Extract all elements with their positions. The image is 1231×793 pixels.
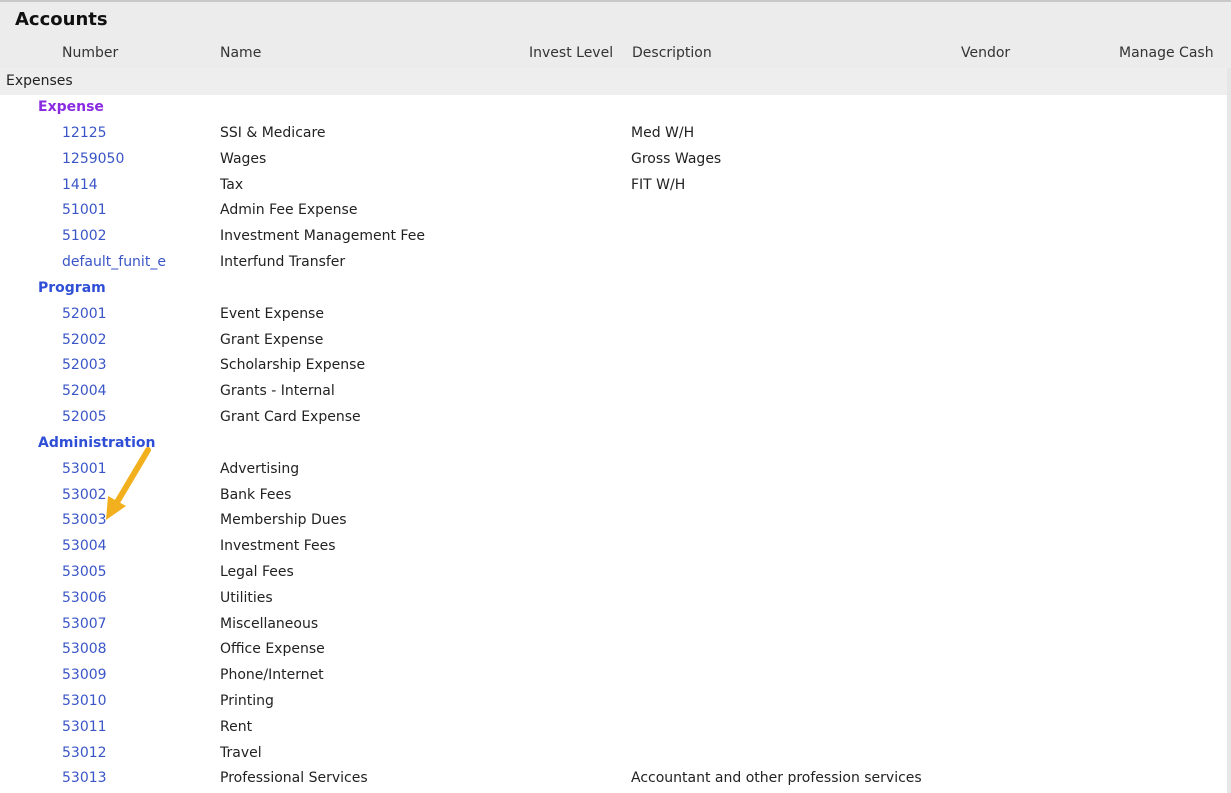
table-row[interactable]: 12125 SSI & Medicare Med W/H bbox=[0, 121, 1227, 147]
table-row[interactable]: 52005 Grant Card Expense bbox=[0, 405, 1227, 431]
table-header: Number Name Invest Level Description Ven… bbox=[0, 40, 1231, 69]
column-header-description[interactable]: Description bbox=[632, 45, 712, 61]
account-number-link[interactable]: 52003 bbox=[62, 357, 107, 373]
account-name: Event Expense bbox=[220, 305, 324, 322]
account-description: Gross Wages bbox=[631, 150, 722, 167]
table-row[interactable]: 52001 Event Expense bbox=[0, 302, 1227, 328]
account-name: Scholarship Expense bbox=[220, 357, 366, 374]
table-row[interactable]: 53010 Printing bbox=[0, 689, 1227, 715]
account-number-link[interactable]: 53011 bbox=[62, 719, 107, 735]
account-number-link[interactable]: 53002 bbox=[62, 487, 107, 503]
account-number-link[interactable]: 1259050 bbox=[62, 151, 124, 167]
account-groups: Expense 12125 SSI & Medicare Med W/H 1259050… bbox=[0, 95, 1227, 792]
group-label[interactable]: Expense bbox=[38, 99, 104, 115]
table-row[interactable]: 51002 Investment Management Fee bbox=[0, 224, 1227, 250]
account-number-link[interactable]: 52002 bbox=[62, 332, 107, 348]
account-number-link[interactable]: 53007 bbox=[62, 616, 107, 632]
account-number-link[interactable]: 51001 bbox=[62, 202, 107, 218]
table-row[interactable]: 52004 Grants - Internal bbox=[0, 379, 1227, 405]
table-row[interactable]: 53009 Phone/Internet bbox=[0, 663, 1227, 689]
column-header-name[interactable]: Name bbox=[220, 45, 261, 61]
account-name: Legal Fees bbox=[220, 563, 294, 580]
account-number-link[interactable]: 53006 bbox=[62, 590, 107, 606]
account-description: Accountant and other profession services bbox=[631, 770, 922, 787]
account-name: Utilities bbox=[220, 589, 273, 606]
column-header-invest-level[interactable]: Invest Level bbox=[529, 45, 613, 61]
table-row[interactable]: 52002 Grant Expense bbox=[0, 328, 1227, 354]
table-row[interactable]: 53008 Office Expense bbox=[0, 637, 1227, 663]
table-row[interactable]: 1259050 Wages Gross Wages bbox=[0, 147, 1227, 173]
account-name: Investment Fees bbox=[220, 538, 336, 555]
account-name: Membership Dues bbox=[220, 512, 347, 529]
account-name: Miscellaneous bbox=[220, 615, 319, 632]
table-row[interactable]: 53005 Legal Fees bbox=[0, 560, 1227, 586]
account-name: Interfund Transfer bbox=[220, 253, 346, 270]
table-row[interactable]: 52003 Scholarship Expense bbox=[0, 353, 1227, 379]
account-name: Investment Management Fee bbox=[220, 228, 425, 245]
account-name: Printing bbox=[220, 692, 274, 709]
account-number-link[interactable]: 53010 bbox=[62, 693, 107, 709]
column-header-number[interactable]: Number bbox=[62, 45, 118, 61]
account-number-link[interactable]: 12125 bbox=[62, 125, 107, 141]
account-description: Med W/H bbox=[631, 125, 695, 141]
table-row[interactable]: 53001 Advertising bbox=[0, 457, 1227, 483]
table-row[interactable]: 53003 Membership Dues bbox=[0, 508, 1227, 534]
account-name: Bank Fees bbox=[220, 486, 292, 503]
table-row[interactable]: 53004 Investment Fees bbox=[0, 534, 1227, 560]
account-name: Advertising bbox=[220, 460, 300, 477]
account-number-link[interactable]: 53005 bbox=[62, 564, 107, 580]
column-header-manage-cash[interactable]: Manage Cash bbox=[1119, 45, 1214, 61]
account-number-link[interactable]: 53013 bbox=[62, 770, 107, 786]
table-row[interactable]: 51001 Admin Fee Expense bbox=[0, 198, 1227, 224]
account-name: Grants - Internal bbox=[220, 383, 335, 400]
window-title: Accounts bbox=[15, 9, 108, 30]
account-number-link[interactable]: 52005 bbox=[62, 409, 107, 425]
table-row[interactable]: 53006 Utilities bbox=[0, 586, 1227, 612]
account-number-link[interactable]: 52001 bbox=[62, 306, 107, 322]
table-row[interactable]: 53011 Rent bbox=[0, 715, 1227, 741]
account-number-link[interactable]: 53003 bbox=[62, 512, 107, 528]
account-number-link[interactable]: 53008 bbox=[62, 641, 107, 657]
vertical-scrollbar[interactable] bbox=[1227, 68, 1231, 793]
table-row[interactable]: default_funit_e Interfund Transfer bbox=[0, 250, 1227, 276]
table-row[interactable]: 1414 Tax FIT W/H bbox=[0, 173, 1227, 199]
group-row-expense[interactable]: Expense bbox=[0, 95, 1227, 121]
table-row[interactable]: 53012 Travel bbox=[0, 741, 1227, 767]
account-number-link[interactable]: 53012 bbox=[62, 745, 107, 761]
account-name: Travel bbox=[220, 744, 262, 761]
account-name: Rent bbox=[220, 718, 253, 735]
group-label[interactable]: Program bbox=[38, 280, 106, 296]
account-description: FIT W/H bbox=[631, 176, 686, 193]
column-header-vendor[interactable]: Vendor bbox=[961, 45, 1010, 61]
group-row-administration[interactable]: Administration bbox=[0, 431, 1227, 457]
title-bar: Accounts bbox=[0, 2, 1231, 40]
accounts-window: Accounts Number Name Invest Level Descri… bbox=[0, 0, 1231, 793]
account-number-link[interactable]: default_funit_e bbox=[62, 254, 166, 270]
table-row[interactable]: 53002 Bank Fees bbox=[0, 483, 1227, 509]
group-label[interactable]: Administration bbox=[38, 435, 155, 451]
account-name: Tax bbox=[220, 176, 244, 193]
account-name: Phone/Internet bbox=[220, 667, 324, 684]
account-name: SSI & Medicare bbox=[220, 125, 326, 141]
account-number-link[interactable]: 51002 bbox=[62, 228, 107, 244]
section-row-expenses: Expenses bbox=[0, 68, 1227, 95]
account-name: Wages bbox=[220, 150, 267, 167]
account-name: Office Expense bbox=[220, 641, 325, 658]
account-number-link[interactable]: 1414 bbox=[62, 177, 98, 193]
group-row-program[interactable]: Program bbox=[0, 276, 1227, 302]
account-number-link[interactable]: 52004 bbox=[62, 383, 107, 399]
account-number-link[interactable]: 53001 bbox=[62, 461, 107, 477]
account-name: Grant Card Expense bbox=[220, 408, 361, 425]
accounts-list[interactable]: Expenses Expense 12125 SSI & Medicare Med W… bbox=[0, 68, 1227, 793]
account-number-link[interactable]: 53004 bbox=[62, 538, 107, 554]
table-row[interactable]: 53007 Miscellaneous bbox=[0, 612, 1227, 638]
account-name: Professional Services bbox=[220, 770, 368, 787]
account-number-link[interactable]: 53009 bbox=[62, 667, 107, 683]
account-name: Grant Expense bbox=[220, 331, 324, 348]
account-name: Admin Fee Expense bbox=[220, 202, 358, 219]
section-label: Expenses bbox=[6, 73, 73, 89]
table-row[interactable]: 53013 Professional Services Accountant and… bbox=[0, 766, 1227, 792]
